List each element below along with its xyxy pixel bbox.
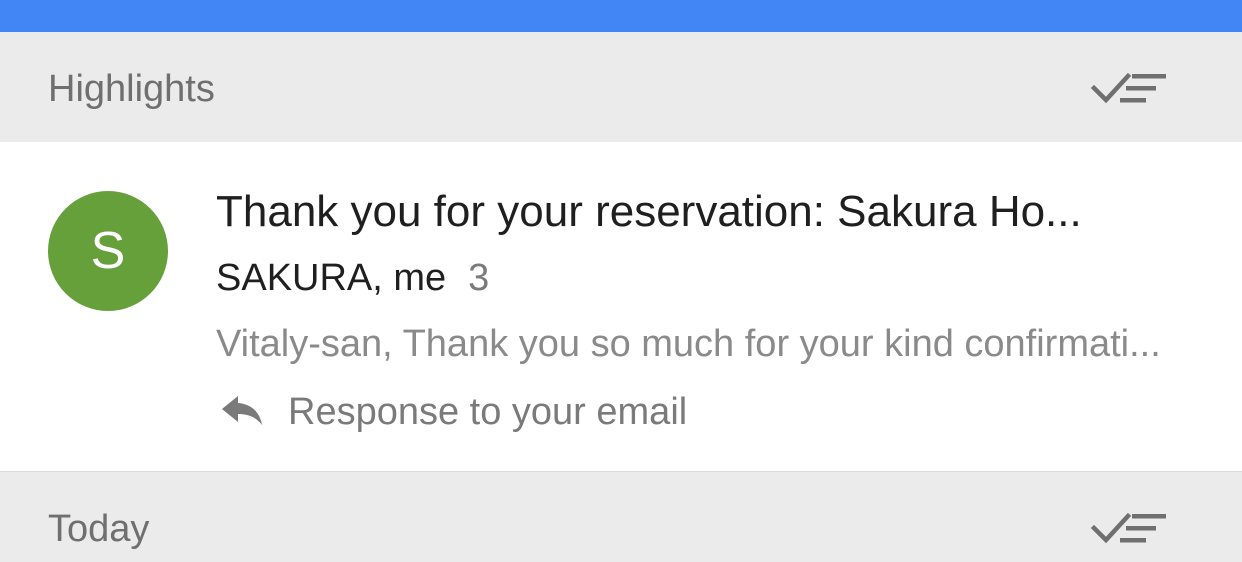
top-app-bar — [0, 0, 1242, 32]
sweep-done-button[interactable] — [1090, 66, 1170, 110]
email-subject: Thank you for your reservation: Sakura H… — [216, 187, 1082, 236]
message-count: 3 — [468, 257, 490, 299]
section-header-today: Today — [0, 472, 1242, 562]
sweep-done-icon — [1090, 72, 1166, 104]
section-title: Today — [48, 508, 150, 550]
section-title: Highlights — [48, 68, 215, 110]
avatar-letter: S — [90, 222, 126, 280]
email-thread-row[interactable]: S Thank you for your reservation: Sakura… — [0, 142, 1242, 472]
sweep-done-icon — [1090, 512, 1166, 544]
sweep-done-button[interactable] — [1090, 506, 1170, 550]
email-senders-line: SAKURA, me 3 — [216, 256, 489, 302]
email-senders: SAKURA, me — [216, 257, 447, 299]
reply-icon — [222, 396, 262, 425]
section-header-highlights: Highlights — [0, 32, 1242, 142]
avatar: S — [48, 191, 168, 311]
reply-status-text: Response to your email — [288, 391, 688, 433]
email-snippet: Vitaly-san, Thank you so much for your k… — [216, 323, 1161, 365]
